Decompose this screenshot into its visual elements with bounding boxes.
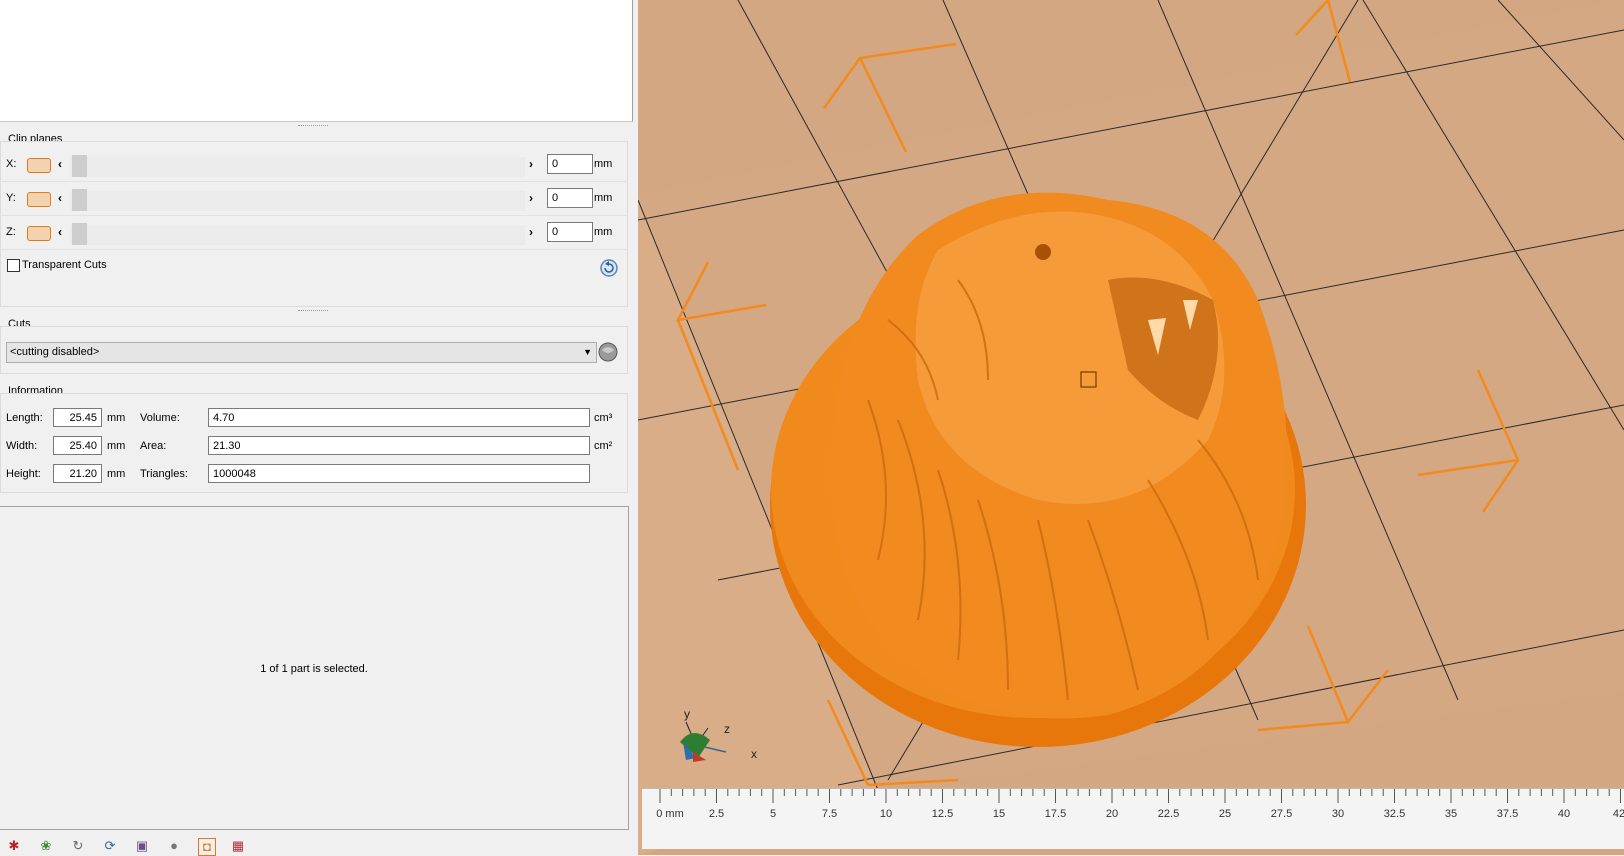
refresh-icon[interactable]: ⟳ bbox=[102, 838, 118, 854]
clip-row-y: Y: ‹ › 0 mm bbox=[0, 183, 628, 216]
unit-label: mm bbox=[594, 192, 613, 204]
transparent-cuts-checkbox[interactable] bbox=[7, 259, 20, 272]
cuts-dropdown[interactable]: <cutting disabled> ▼ bbox=[6, 342, 597, 363]
ruler-tick-label: 25 bbox=[1218, 808, 1232, 820]
clip-x-increase-button[interactable]: › bbox=[529, 157, 533, 171]
reset-icon[interactable] bbox=[599, 258, 619, 278]
selection-status: 1 of 1 part is selected. bbox=[260, 663, 368, 675]
volume-unit: cm³ bbox=[594, 412, 613, 424]
axis-x-label: x bbox=[751, 747, 757, 761]
area-field[interactable]: 21.30 bbox=[208, 436, 590, 455]
sphere-icon[interactable]: ● bbox=[166, 838, 182, 854]
3d-viewport[interactable]: y z x bbox=[638, 0, 1624, 855]
measurement-ruler: 0 mm 2.5 5 7.5 10 12.5 15 17.5 20 22.5 25 27.5 30 32.… bbox=[642, 788, 1624, 849]
ruler-tick-label: 7.5 bbox=[821, 808, 838, 820]
ruler-tick-label: 0 mm bbox=[656, 808, 684, 820]
clip-x-slider-thumb[interactable] bbox=[72, 155, 87, 177]
ruler-ticks bbox=[659, 789, 1621, 803]
clip-y-toggle[interactable] bbox=[27, 192, 51, 207]
triangles-field[interactable]: 1000048 bbox=[208, 464, 590, 483]
clip-z-toggle[interactable] bbox=[27, 226, 51, 241]
ruler-tick-label: 5 bbox=[769, 808, 777, 820]
ruler-tick-label: 27.5 bbox=[1270, 808, 1293, 820]
clip-x-slider[interactable] bbox=[70, 157, 525, 177]
axis-z-label: z bbox=[724, 722, 730, 736]
volume-field[interactable]: 4.70 bbox=[208, 408, 590, 427]
grid-icon[interactable]: ▦ bbox=[230, 838, 246, 854]
length-field[interactable]: 25.45 bbox=[53, 408, 102, 427]
length-unit: mm bbox=[107, 412, 126, 424]
unit-label: mm bbox=[594, 226, 613, 238]
clip-z-decrease-button[interactable]: ‹ bbox=[58, 225, 62, 239]
ruler-tick-label: 2.5 bbox=[708, 808, 725, 820]
ruler-tick-label: 22.5 bbox=[1157, 808, 1180, 820]
wrap-icon[interactable]: ❀ bbox=[38, 838, 54, 854]
clip-axis-label: X: bbox=[6, 158, 17, 170]
triangles-label: Triangles: bbox=[140, 468, 188, 480]
ruler-tick-label: 40 bbox=[1557, 808, 1571, 820]
rotate-icon[interactable]: ↻ bbox=[70, 838, 86, 854]
clip-y-slider[interactable] bbox=[70, 191, 525, 211]
clip-x-decrease-button[interactable]: ‹ bbox=[58, 157, 62, 171]
parts-list-area[interactable] bbox=[0, 0, 633, 122]
ruler-tick-label: 20 bbox=[1105, 808, 1119, 820]
ruler-tick-label: 42. bbox=[1612, 808, 1624, 820]
height-label: Height: bbox=[6, 468, 41, 480]
clip-y-increase-button[interactable]: › bbox=[529, 191, 533, 205]
clip-z-increase-button[interactable]: › bbox=[529, 225, 533, 239]
ruler-tick-label: 15 bbox=[992, 808, 1006, 820]
status-panel: 1 of 1 part is selected. bbox=[0, 506, 629, 830]
side-panel: Clip planes X: ‹ › 0 mm Y: ‹ › 0 mm Z: ‹… bbox=[0, 0, 633, 856]
area-unit: cm² bbox=[594, 440, 613, 452]
ruler-tick-label: 30 bbox=[1331, 808, 1345, 820]
clip-y-slider-thumb[interactable] bbox=[72, 189, 87, 211]
clip-z-slider-thumb[interactable] bbox=[72, 223, 87, 245]
clip-axis-label: Z: bbox=[6, 226, 16, 238]
area-label: Area: bbox=[140, 440, 167, 452]
bottom-toolbar bbox=[0, 836, 633, 855]
length-label: Length: bbox=[6, 412, 43, 424]
ruler-tick-label: 37.5 bbox=[1496, 808, 1519, 820]
chevron-down-icon: ▼ bbox=[583, 347, 592, 357]
height-field[interactable]: 21.20 bbox=[53, 464, 102, 483]
cuts-dropdown-value: <cutting disabled> bbox=[10, 346, 100, 358]
box-select-icon[interactable]: ◘ bbox=[198, 838, 216, 856]
clip-y-decrease-button[interactable]: ‹ bbox=[58, 191, 62, 205]
viewport-scene: y z x bbox=[638, 0, 1624, 855]
ruler-tick-label: 32.5 bbox=[1383, 808, 1406, 820]
clip-row-z: Z: ‹ › 0 mm bbox=[0, 217, 628, 250]
cut-tool-icon[interactable] bbox=[597, 341, 619, 363]
clip-y-input[interactable]: 0 bbox=[547, 188, 593, 208]
frame-icon[interactable]: ▣ bbox=[134, 838, 150, 854]
ruler-tick-label: 17.5 bbox=[1044, 808, 1067, 820]
settings-icon[interactable]: ✱ bbox=[6, 838, 22, 854]
splitter-handle[interactable] bbox=[298, 125, 328, 130]
transparent-cuts-label: Transparent Cuts bbox=[22, 259, 107, 271]
clip-row-x: X: ‹ › 0 mm bbox=[0, 149, 628, 182]
lion-head-model bbox=[830, 192, 1287, 719]
width-field[interactable]: 25.40 bbox=[53, 436, 102, 455]
splitter-handle[interactable] bbox=[298, 310, 328, 315]
height-unit: mm bbox=[107, 468, 126, 480]
clip-z-slider[interactable] bbox=[70, 225, 525, 245]
axis-y-label: y bbox=[684, 707, 690, 721]
clip-z-input[interactable]: 0 bbox=[547, 222, 593, 242]
width-label: Width: bbox=[6, 440, 38, 452]
unit-label: mm bbox=[594, 158, 613, 170]
clip-x-toggle[interactable] bbox=[27, 158, 51, 173]
ruler-tick-label: 35 bbox=[1444, 808, 1458, 820]
ruler-tick-label: 10 bbox=[879, 808, 893, 820]
width-unit: mm bbox=[107, 440, 126, 452]
ruler-tick-label: 12.5 bbox=[931, 808, 954, 820]
volume-label: Volume: bbox=[140, 412, 180, 424]
clip-x-input[interactable]: 0 bbox=[547, 154, 593, 174]
clip-axis-label: Y: bbox=[6, 192, 16, 204]
